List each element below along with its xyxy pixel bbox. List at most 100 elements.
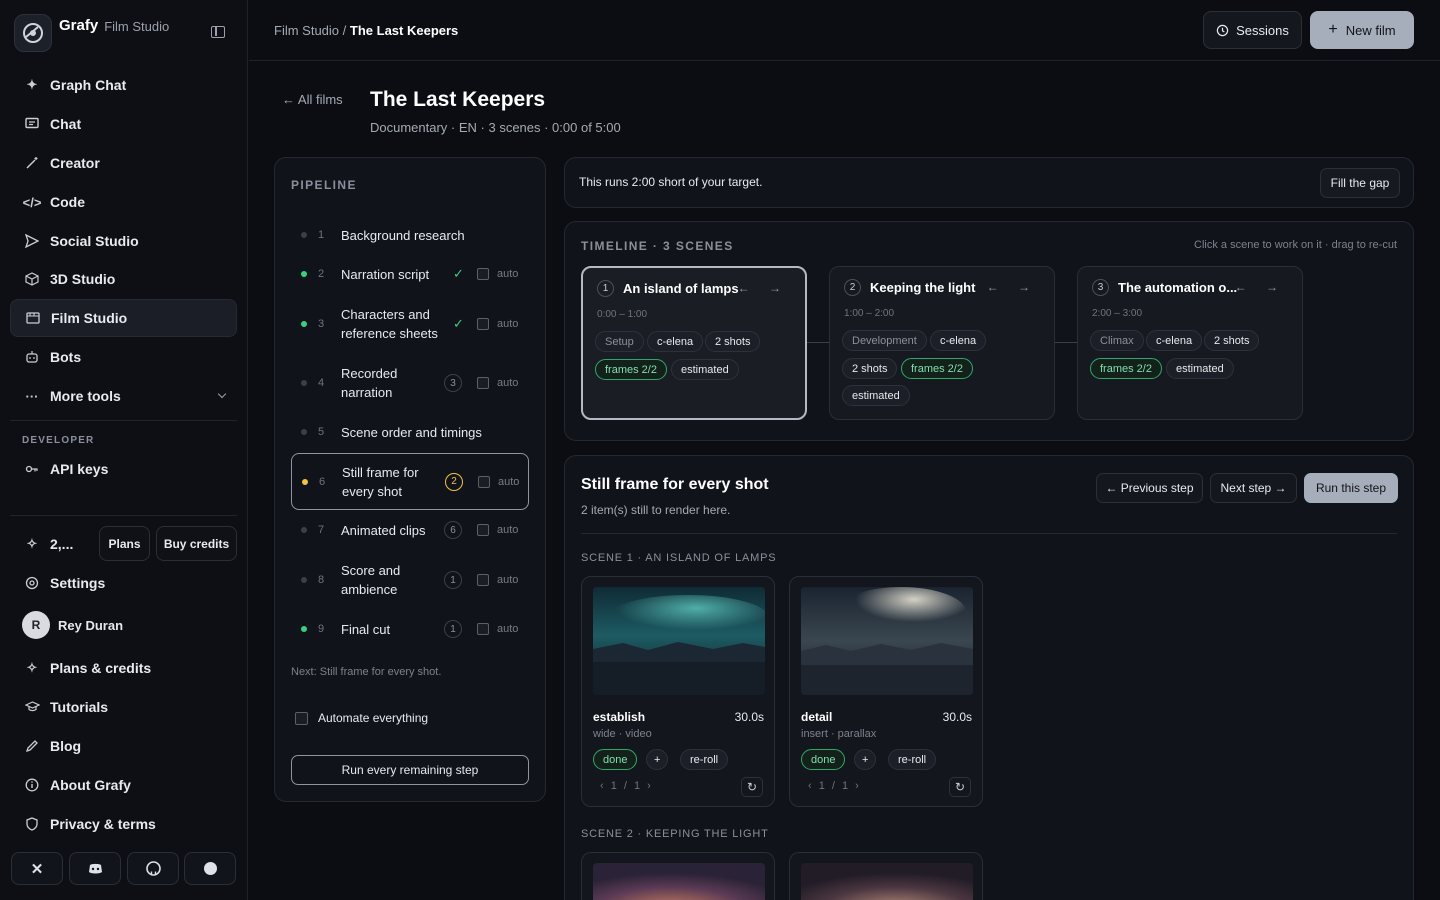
shot-thumbnail[interactable] [593, 587, 765, 695]
pipeline-step-current[interactable]: 6 Still frame for every shot 2 auto [291, 453, 529, 510]
scene-tag: frames 2/2 [901, 358, 973, 379]
brand[interactable]: Grafy Film Studio [14, 14, 169, 52]
sidebar-item-blog[interactable]: Blog [10, 727, 237, 765]
sidebar-divider [10, 420, 237, 421]
buy-credits-button[interactable]: Buy credits [156, 526, 237, 561]
pipeline-step[interactable]: 4 Recorded narration 3 auto [291, 363, 529, 403]
shot-card[interactable]: detail 30.0s insert · parallax done + re… [789, 576, 983, 807]
reroll-button[interactable]: re-roll [680, 749, 729, 770]
scene-tag: estimated [1166, 358, 1234, 379]
refresh-icon[interactable]: ↻ [741, 777, 763, 797]
breadcrumb-current: The Last Keepers [349, 23, 459, 38]
pipeline-step[interactable]: 7 Animated clips 6 auto [291, 517, 529, 543]
pipeline-step[interactable]: 2 Narration script ✓ auto [291, 261, 529, 287]
add-variant-button[interactable]: + [646, 749, 669, 770]
film-icon [25, 310, 41, 326]
shot-card[interactable] [789, 852, 983, 900]
auto-checkbox[interactable] [477, 268, 489, 280]
sidebar-item-about[interactable]: About Grafy [10, 766, 237, 804]
back-to-films-link[interactable]: ← All films [282, 92, 343, 107]
move-arrows-icon[interactable]: ← → [738, 281, 789, 295]
reroll-button[interactable]: re-roll [888, 749, 937, 770]
scene-card[interactable]: 1 An island of lamps ← → 0:00 – 1:00 Set… [581, 266, 807, 420]
sidebar-item-film-studio[interactable]: Film Studio [10, 299, 237, 337]
sidebar-collapse-icon[interactable] [211, 26, 225, 38]
shot-thumbnail[interactable] [801, 587, 973, 695]
shot-card[interactable]: establish 30.0s wide · video done + re-r… [581, 576, 775, 807]
variant-pager[interactable]: ‹ 1 / 1 › [600, 780, 653, 792]
move-arrows-icon[interactable]: ← → [987, 280, 1038, 294]
run-remaining-button[interactable]: Run every remaining step [291, 755, 529, 785]
discord-icon[interactable] [69, 852, 121, 885]
sidebar-item-chat[interactable]: Chat [10, 105, 237, 143]
shot-name: establish [593, 710, 646, 724]
sidebar-item-plans-credits[interactable]: ✧ Plans & credits [10, 649, 237, 687]
film-meta: Documentary · EN · 3 scenes · 0:00 of 5:… [370, 120, 621, 135]
fill-gap-button[interactable]: Fill the gap [1320, 168, 1400, 198]
scene-title: Keeping the light [870, 280, 976, 295]
sessions-button[interactable]: Sessions [1203, 11, 1302, 49]
sidebar-item-tutorials[interactable]: Tutorials [10, 688, 237, 726]
new-film-button[interactable]: + New film [1310, 11, 1414, 49]
previous-step-button[interactable]: ← Previous step [1096, 473, 1203, 503]
status-badge: done [801, 749, 846, 770]
scene-tag: frames 2/2 [1090, 358, 1162, 379]
auto-checkbox[interactable] [478, 475, 490, 488]
pipeline-step[interactable]: 8 Score and ambience 1 auto [291, 560, 529, 600]
sparkle-icon: ✧ [26, 660, 38, 675]
status-dot [301, 271, 307, 277]
status-dot [301, 429, 307, 435]
sidebar-item-social-studio[interactable]: Social Studio [10, 222, 237, 260]
scene-tag: Development [842, 330, 927, 351]
next-step-button[interactable]: Next step → [1210, 473, 1297, 503]
breadcrumb-root[interactable]: Film Studio [274, 23, 339, 38]
sidebar-item-more-tools[interactable]: ··· More tools [10, 377, 237, 415]
sidebar-item-privacy[interactable]: Privacy & terms [10, 805, 237, 843]
sidebar-item-creator[interactable]: Creator [10, 144, 237, 182]
divider [581, 533, 1397, 534]
gear-icon [24, 575, 40, 591]
move-arrows-icon[interactable]: ← → [1235, 280, 1286, 294]
auto-checkbox[interactable] [477, 377, 489, 389]
auto-checkbox[interactable] [477, 574, 489, 586]
automate-everything-toggle[interactable]: Automate everything [295, 711, 428, 725]
theme-toggle-icon[interactable] [184, 852, 236, 885]
variant-pager[interactable]: ‹ 1 / 1 › [808, 780, 861, 792]
automate-checkbox[interactable] [295, 711, 308, 725]
shot-thumbnail[interactable] [801, 863, 973, 900]
x-social-icon[interactable]: ✕ [11, 852, 63, 885]
plans-button[interactable]: Plans [99, 526, 150, 561]
sidebar-item-settings[interactable]: Settings [10, 564, 237, 602]
auto-checkbox[interactable] [477, 524, 489, 536]
count-badge: 1 [444, 620, 462, 638]
grafy-logo-icon [14, 14, 52, 52]
sidebar-item-api-keys[interactable]: API keys [10, 450, 237, 488]
credits-row: ✧ 2,... Plans Buy credits [10, 526, 237, 562]
sidebar-item-graph-chat[interactable]: ✦ Graph Chat [10, 66, 237, 104]
sidebar-item-3d-studio[interactable]: 3D Studio [10, 260, 237, 298]
scene-tag: c-elena [647, 331, 704, 352]
pipeline-step[interactable]: 1 Background research [291, 222, 529, 248]
scene-section-label: SCENE 2 · KEEPING THE LIGHT [581, 828, 769, 840]
auto-checkbox[interactable] [477, 318, 489, 330]
app-name: Grafy [59, 16, 99, 34]
sidebar-item-code[interactable]: </> Code [10, 183, 237, 221]
refresh-icon[interactable]: ↻ [949, 777, 971, 797]
scene-tag: Climax [1090, 330, 1144, 351]
user-profile[interactable]: R Rey Duran [22, 611, 123, 639]
add-variant-button[interactable]: + [854, 749, 877, 770]
auto-checkbox[interactable] [477, 623, 489, 635]
pipeline-step[interactable]: 9 Final cut 1 auto [291, 616, 529, 642]
scene-tag: 2 shots [705, 331, 761, 352]
scene-tag: c-elena [930, 330, 987, 351]
scene-card[interactable]: 2 Keeping the light ← → 1:00 – 2:00 Deve… [829, 266, 1055, 420]
shot-thumbnail[interactable] [593, 863, 765, 900]
pipeline-step[interactable]: 3 Characters and reference sheets ✓ auto [291, 304, 529, 344]
sidebar-item-bots[interactable]: Bots [10, 338, 237, 376]
scene-card[interactable]: 3 The automation o... ← → 2:00 – 3:00 Cl… [1077, 266, 1303, 420]
credits-count: ✧ 2,... [24, 536, 74, 552]
run-this-step-button[interactable]: Run this step [1304, 473, 1398, 503]
pipeline-step[interactable]: 5 Scene order and timings [291, 419, 529, 445]
shot-card[interactable] [581, 852, 775, 900]
github-icon[interactable] [127, 852, 179, 885]
